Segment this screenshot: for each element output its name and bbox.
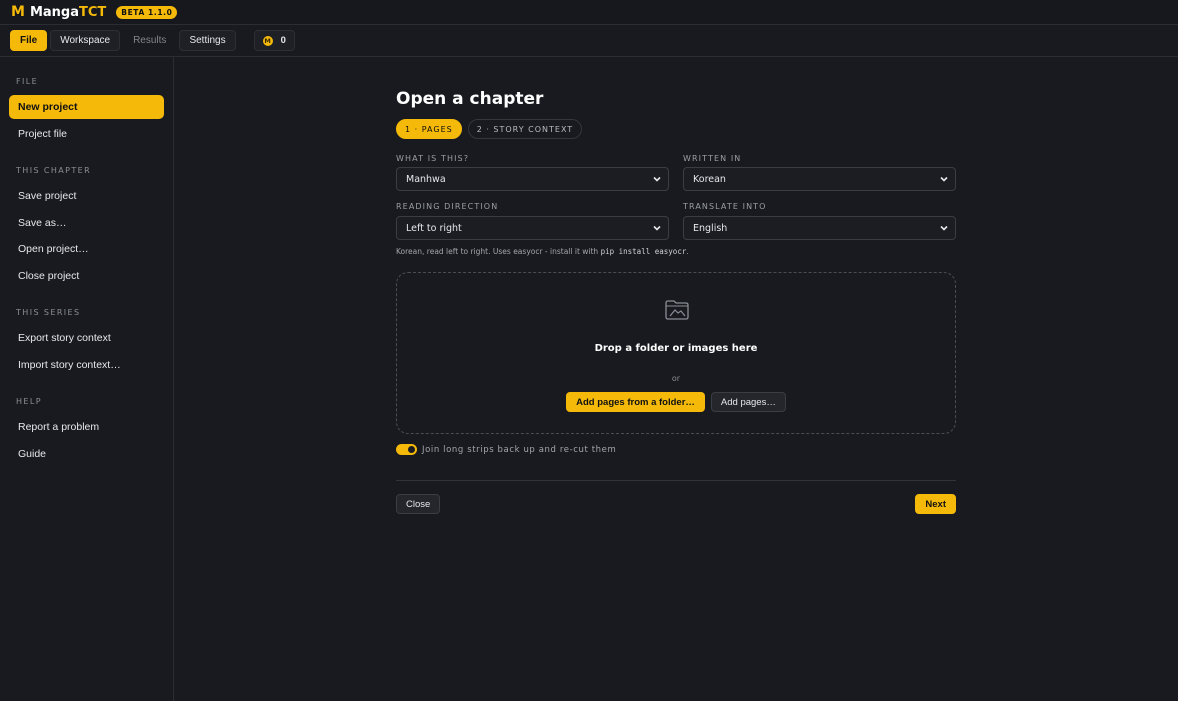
- toggle-knob: [408, 446, 415, 453]
- folder-image-icon: [665, 300, 689, 320]
- section-title-help: HELP: [16, 397, 42, 406]
- ocr-hint-text: Korean, read left to right. Uses easyocr…: [396, 247, 601, 256]
- tab-settings[interactable]: Settings: [179, 30, 236, 51]
- written-in-label: WRITTEN IN: [683, 154, 742, 163]
- sidebar-item-new-project[interactable]: New project: [9, 95, 164, 119]
- logo-icon: M: [11, 4, 25, 20]
- tab-results[interactable]: Results: [123, 30, 176, 51]
- content-type-value: Manhwa: [406, 173, 446, 185]
- sidebar-item-report-problem[interactable]: Report a problem: [9, 415, 164, 439]
- reading-direction-select[interactable]: Left to right: [396, 216, 669, 240]
- app-name-main: Manga: [29, 4, 79, 20]
- credits-counter[interactable]: M 0: [253, 30, 295, 51]
- footer-divider: [396, 480, 956, 481]
- content-type-select[interactable]: Manhwa: [396, 167, 669, 191]
- tab-workspace[interactable]: Workspace: [50, 30, 121, 51]
- or-separator: or: [671, 374, 681, 383]
- sidebar-item-guide[interactable]: Guide: [9, 442, 164, 466]
- sidebar-item-export-story-context[interactable]: Export story context: [9, 326, 164, 350]
- toolbar: File Workspace Results Settings M 0: [0, 25, 1178, 57]
- credits-value: 0: [280, 35, 286, 46]
- step-pages[interactable]: 1 · PAGES: [396, 119, 462, 139]
- section-title-file: FILE: [16, 77, 39, 86]
- app-name: MangaTCT: [30, 5, 106, 20]
- join-strips-option: Join long strips back up and re-cut them: [396, 444, 616, 455]
- title-bar: M MangaTCT BETA 1.1.0: [0, 0, 1178, 25]
- ocr-hint-end: .: [686, 247, 689, 256]
- target-language-value: English: [693, 222, 728, 234]
- add-pages-from-folder-button[interactable]: Add pages from a folder…: [566, 392, 705, 412]
- sidebar-item-import-story-context[interactable]: Import story context…: [9, 353, 164, 377]
- drop-zone[interactable]: Drop a folder or images here or Add page…: [396, 272, 956, 434]
- reading-direction-label: READING DIRECTION: [396, 202, 499, 211]
- section-title-this-chapter: THIS CHAPTER: [16, 166, 92, 175]
- next-button[interactable]: Next: [915, 494, 956, 514]
- ocr-hint: Korean, read left to right. Uses easyocr…: [396, 247, 689, 256]
- page-title: Open a chapter: [396, 89, 544, 109]
- close-button[interactable]: Close: [396, 494, 441, 514]
- sidebar: FILE New project Project file THIS CHAPT…: [0, 57, 174, 701]
- section-title-this-series: THIS SERIES: [16, 308, 81, 317]
- tab-file[interactable]: File: [10, 30, 48, 51]
- app-name-accent: TCT: [78, 4, 107, 20]
- drop-zone-text: Drop a folder or images here: [594, 343, 758, 354]
- source-language-select[interactable]: Korean: [683, 167, 956, 191]
- sidebar-item-close-project[interactable]: Close project: [9, 264, 164, 288]
- chevron-down-icon: [940, 225, 948, 231]
- step-tabs: 1 · PAGES 2 · STORY CONTEXT: [396, 119, 588, 139]
- coin-icon: M: [262, 35, 273, 46]
- chevron-down-icon: [940, 176, 948, 182]
- sidebar-item-open-project[interactable]: Open project…: [9, 237, 164, 261]
- version-badge: BETA 1.1.0: [116, 5, 178, 19]
- add-pages-button[interactable]: Add pages…: [710, 392, 786, 412]
- ocr-hint-code: pip install easyocr: [600, 247, 687, 256]
- target-language-select[interactable]: English: [683, 216, 956, 240]
- chevron-down-icon: [653, 225, 661, 231]
- translate-into-label: TRANSLATE INTO: [683, 202, 767, 211]
- step-story-context[interactable]: 2 · STORY CONTEXT: [467, 119, 583, 139]
- reading-direction-value: Left to right: [406, 222, 462, 234]
- source-language-value: Korean: [693, 173, 726, 185]
- sidebar-item-project-file[interactable]: Project file: [9, 122, 164, 146]
- sidebar-item-save-as[interactable]: Save as…: [9, 211, 164, 235]
- what-is-this-label: WHAT IS THIS?: [396, 154, 470, 163]
- drop-zone-buttons: Add pages from a folder… Add pages…: [397, 392, 955, 412]
- sidebar-item-save-project[interactable]: Save project: [9, 184, 164, 208]
- join-strips-toggle[interactable]: [396, 444, 417, 455]
- join-strips-label: Join long strips back up and re-cut them: [422, 444, 617, 455]
- chevron-down-icon: [653, 176, 661, 182]
